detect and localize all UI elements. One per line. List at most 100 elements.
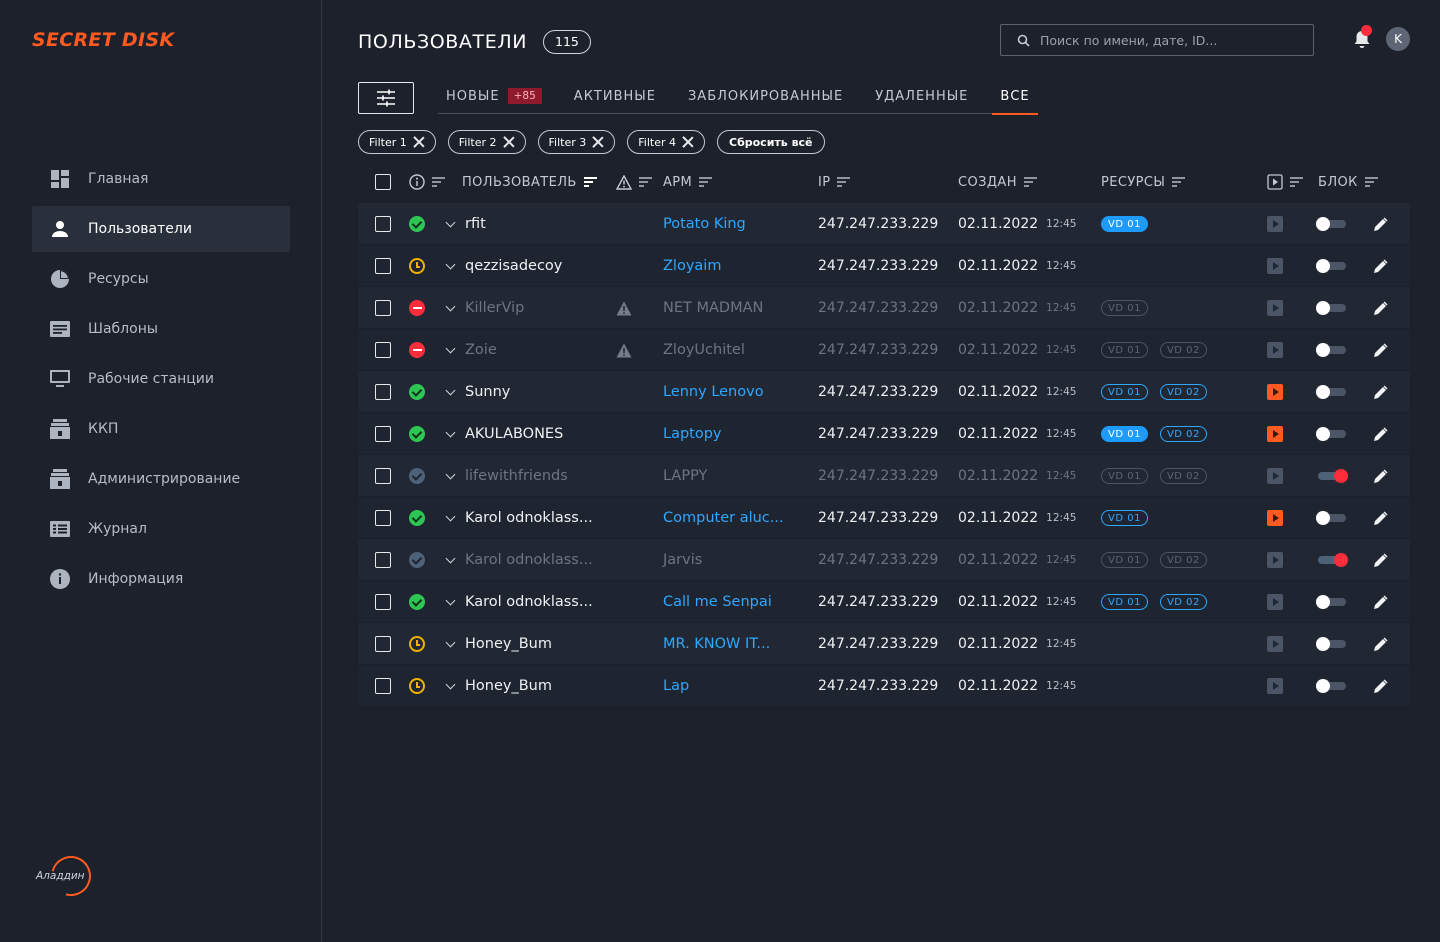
sidebar-item-5[interactable]: ККП xyxy=(32,406,290,452)
edit-pencil-icon[interactable] xyxy=(1373,329,1388,371)
table-row[interactable]: AKULABONES Laptopy 247.247.233.229 02.11.20… xyxy=(358,413,1410,455)
table-row[interactable]: lifewithfriends LAPPY 247.247.233.229 02.11… xyxy=(358,455,1410,497)
play-session-icon[interactable] xyxy=(1267,384,1283,400)
resource-badge[interactable]: VD 01 xyxy=(1101,342,1148,358)
block-toggle[interactable] xyxy=(1316,679,1346,693)
row-checkbox[interactable] xyxy=(375,287,391,329)
chevron-down-icon[interactable] xyxy=(445,469,456,479)
play-session-icon[interactable] xyxy=(1267,552,1283,568)
table-row[interactable]: Karol odnoklass... Jarvis 247.247.233.229 0… xyxy=(358,539,1410,581)
close-icon[interactable] xyxy=(413,136,425,148)
block-toggle[interactable] xyxy=(1316,217,1346,231)
edit-pencil-icon[interactable] xyxy=(1373,371,1388,413)
resource-badge[interactable]: VD 02 xyxy=(1159,468,1207,484)
block-toggle[interactable] xyxy=(1316,259,1346,273)
sidebar-item-7[interactable]: Журнал xyxy=(32,506,290,552)
chevron-down-icon[interactable] xyxy=(445,637,456,647)
edit-pencil-icon[interactable] xyxy=(1373,287,1388,329)
row-checkbox[interactable] xyxy=(375,455,391,497)
created-column-header[interactable]: СОЗДАН xyxy=(958,162,1037,202)
play-session-icon[interactable] xyxy=(1267,636,1283,652)
session-column-header[interactable] xyxy=(1267,162,1303,202)
search-input[interactable] xyxy=(1040,32,1300,48)
table-row[interactable]: Karol odnoklass... Computer aluc... 247.24… xyxy=(358,497,1410,539)
resource-badge[interactable]: VD 01 xyxy=(1101,300,1148,316)
tab-0[interactable]: НОВЫЕ +85 xyxy=(438,78,550,114)
edit-pencil-icon[interactable] xyxy=(1373,623,1388,665)
resource-badge[interactable]: VD 02 xyxy=(1159,342,1207,358)
close-icon[interactable] xyxy=(682,136,694,148)
chevron-down-icon[interactable] xyxy=(445,427,456,437)
edit-pencil-icon[interactable] xyxy=(1373,539,1388,581)
edit-pencil-icon[interactable] xyxy=(1373,245,1388,287)
close-icon[interactable] xyxy=(592,136,604,148)
sidebar-item-6[interactable]: Администрирование xyxy=(32,456,290,502)
row-checkbox[interactable] xyxy=(375,539,391,581)
filter-chip[interactable]: Filter 2 xyxy=(447,130,526,154)
row-checkbox[interactable] xyxy=(375,581,391,623)
sidebar-item-2[interactable]: Ресурсы xyxy=(32,256,290,302)
table-row[interactable]: Zoie ZloyUchitel 247.247.233.229 02.11.2022… xyxy=(358,329,1410,371)
arm-link[interactable]: Laptopy xyxy=(663,426,722,442)
row-checkbox[interactable] xyxy=(375,371,391,413)
edit-pencil-icon[interactable] xyxy=(1373,665,1388,707)
resource-badge[interactable]: VD 01 xyxy=(1101,384,1148,400)
table-row[interactable]: Honey_Bum MR. KNOW IT... 247.247.233.229 02… xyxy=(358,623,1410,665)
arm-link[interactable]: Jarvis xyxy=(663,552,702,568)
arm-link[interactable]: ZloyUchitel xyxy=(663,342,745,358)
row-checkbox[interactable] xyxy=(375,329,391,371)
row-checkbox[interactable] xyxy=(375,245,391,287)
chevron-down-icon[interactable] xyxy=(445,217,456,227)
play-session-icon[interactable] xyxy=(1267,594,1283,610)
row-checkbox[interactable] xyxy=(375,413,391,455)
notifications-bell-icon[interactable] xyxy=(1351,25,1373,52)
arm-link[interactable]: LAPPY xyxy=(663,468,707,484)
play-session-icon[interactable] xyxy=(1267,510,1283,526)
block-toggle[interactable] xyxy=(1316,637,1346,651)
status-column-header[interactable] xyxy=(409,162,445,202)
arm-link[interactable]: Lenny Lenovo xyxy=(663,384,764,400)
sidebar-item-8[interactable]: Информация xyxy=(32,556,290,602)
arm-link[interactable]: Computer aluc... xyxy=(663,510,784,526)
resources-column-header[interactable]: РЕСУРСЫ xyxy=(1101,162,1186,202)
resource-badge[interactable]: VD 02 xyxy=(1159,384,1207,400)
table-row[interactable]: qezzisadecoy Zloyaim 247.247.233.229 02.11.… xyxy=(358,245,1410,287)
table-row[interactable]: Karol odnoklass... Call me Senpai 247.247.… xyxy=(358,581,1410,623)
search-box[interactable] xyxy=(1000,24,1314,56)
table-row[interactable]: Sunny Lenny Lenovo 247.247.233.229 02.11.20… xyxy=(358,371,1410,413)
filter-settings-button[interactable] xyxy=(358,82,414,114)
chevron-down-icon[interactable] xyxy=(445,595,456,605)
play-session-icon[interactable] xyxy=(1267,258,1283,274)
play-session-icon[interactable] xyxy=(1267,216,1283,232)
arm-column-header[interactable]: АРМ xyxy=(663,162,713,202)
edit-pencil-icon[interactable] xyxy=(1373,455,1388,497)
resource-badge[interactable]: VD 01 xyxy=(1101,426,1148,442)
play-session-icon[interactable] xyxy=(1267,300,1283,316)
filter-chip[interactable]: Filter 3 xyxy=(537,130,616,154)
block-toggle[interactable] xyxy=(1316,427,1346,441)
play-session-icon[interactable] xyxy=(1267,426,1283,442)
tab-3[interactable]: УДАЛЕННЫЕ xyxy=(867,78,976,114)
chevron-down-icon[interactable] xyxy=(445,511,456,521)
table-row[interactable]: rfit Potato King 247.247.233.229 02.11.2022… xyxy=(358,203,1410,245)
resource-badge[interactable]: VD 02 xyxy=(1159,552,1207,568)
chevron-down-icon[interactable] xyxy=(445,259,456,269)
resource-badge[interactable]: VD 01 xyxy=(1101,468,1148,484)
block-toggle[interactable] xyxy=(1316,595,1346,609)
tab-1[interactable]: АКТИВНЫЕ xyxy=(566,78,664,114)
chevron-down-icon[interactable] xyxy=(445,679,456,689)
play-session-icon[interactable] xyxy=(1267,468,1283,484)
arm-link[interactable]: Call me Senpai xyxy=(663,594,772,610)
block-toggle[interactable] xyxy=(1316,385,1346,399)
chevron-down-icon[interactable] xyxy=(445,385,456,395)
select-all-checkbox[interactable] xyxy=(375,162,391,202)
play-session-icon[interactable] xyxy=(1267,342,1283,358)
resource-badge[interactable]: VD 02 xyxy=(1159,426,1207,442)
edit-pencil-icon[interactable] xyxy=(1373,203,1388,245)
arm-link[interactable]: MR. KNOW IT... xyxy=(663,636,770,652)
chevron-down-icon[interactable] xyxy=(445,301,456,311)
edit-pencil-icon[interactable] xyxy=(1373,413,1388,455)
arm-link[interactable]: NET MADMAN xyxy=(663,300,763,316)
table-row[interactable]: Honey_Bum Lap 247.247.233.229 02.11.2022 12:… xyxy=(358,665,1410,707)
filter-chip[interactable]: Filter 4 xyxy=(627,130,705,154)
